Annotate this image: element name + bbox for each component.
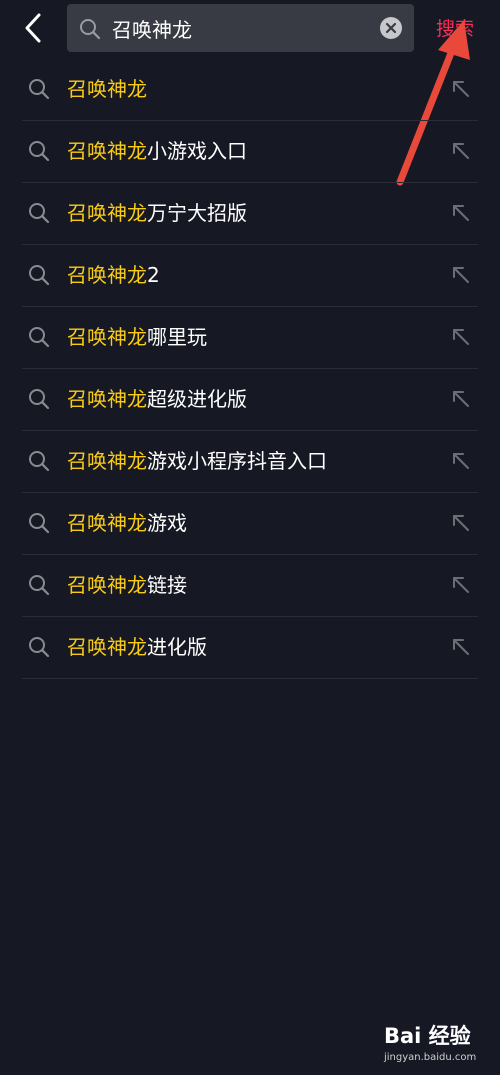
search-icon <box>29 575 50 596</box>
search-icon <box>29 141 50 162</box>
suggestion-rest: 超级进化版 <box>147 387 247 411</box>
back-button[interactable] <box>16 10 50 46</box>
fill-query-arrow-icon[interactable] <box>450 202 472 224</box>
fill-query-arrow-icon[interactable] <box>450 512 472 534</box>
suggestion-text: 召唤神龙万宁大招版 <box>67 183 247 244</box>
fill-query-arrow-icon[interactable] <box>450 450 472 472</box>
clear-icon[interactable] <box>380 17 402 39</box>
fill-query-arrow-icon[interactable] <box>450 140 472 162</box>
search-icon <box>29 327 50 348</box>
suggestion-text: 召唤神龙哪里玩 <box>67 307 207 368</box>
search-submit-button[interactable]: 搜索 <box>436 14 474 44</box>
suggestion-highlight: 召唤神龙 <box>67 201 147 225</box>
suggestion-text: 召唤神龙链接 <box>67 555 187 616</box>
suggestion-rest: 进化版 <box>147 635 207 659</box>
fill-query-arrow-icon[interactable] <box>450 388 472 410</box>
suggestion-item[interactable]: 召唤神龙超级进化版 <box>22 369 478 431</box>
suggestion-rest: 小游戏入口 <box>147 139 247 163</box>
suggestion-highlight: 召唤神龙 <box>67 449 147 473</box>
fill-query-arrow-icon[interactable] <box>450 264 472 286</box>
fill-query-arrow-icon[interactable] <box>450 78 472 100</box>
suggestion-rest: 哪里玩 <box>147 325 207 349</box>
suggestion-highlight: 召唤神龙 <box>67 387 147 411</box>
search-icon <box>29 637 50 658</box>
suggestion-rest: 游戏 <box>147 511 187 535</box>
search-screen: 搜索 召唤神龙召唤神龙小游戏入口召唤神龙万宁大招版召唤神龙2召唤神龙哪里玩召唤神… <box>0 0 500 1075</box>
search-icon <box>80 19 101 40</box>
suggestion-rest: 2 <box>147 263 160 287</box>
suggestion-item[interactable]: 召唤神龙万宁大招版 <box>22 183 478 245</box>
search-icon <box>29 389 50 410</box>
suggestion-rest: 游戏小程序抖音入口 <box>147 449 327 473</box>
suggestion-text: 召唤神龙小游戏入口 <box>67 121 247 182</box>
suggestion-item[interactable]: 召唤神龙游戏 <box>22 493 478 555</box>
suggestion-rest: 链接 <box>147 573 187 597</box>
suggestion-highlight: 召唤神龙 <box>67 139 147 163</box>
suggestion-highlight: 召唤神龙 <box>67 573 147 597</box>
search-input[interactable] <box>112 4 367 52</box>
suggestion-highlight: 召唤神龙 <box>67 511 147 535</box>
suggestion-item[interactable]: 召唤神龙哪里玩 <box>22 307 478 369</box>
watermark-brand: Bai 经验 <box>384 1024 471 1048</box>
suggestion-text: 召唤神龙 <box>67 59 147 120</box>
suggestion-highlight: 召唤神龙 <box>67 77 147 101</box>
suggestion-text: 召唤神龙超级进化版 <box>67 369 247 430</box>
fill-query-arrow-icon[interactable] <box>450 636 472 658</box>
search-icon <box>29 203 50 224</box>
suggestion-highlight: 召唤神龙 <box>67 263 147 287</box>
suggestion-highlight: 召唤神龙 <box>67 325 147 349</box>
suggestion-item[interactable]: 召唤神龙游戏小程序抖音入口 <box>22 431 478 493</box>
suggestion-text: 召唤神龙游戏小程序抖音入口 <box>67 431 327 492</box>
search-header: 搜索 <box>0 0 500 58</box>
search-icon <box>29 451 50 472</box>
fill-query-arrow-icon[interactable] <box>450 574 472 596</box>
search-icon <box>29 513 50 534</box>
suggestion-item[interactable]: 召唤神龙 <box>22 59 478 121</box>
suggestion-highlight: 召唤神龙 <box>67 635 147 659</box>
suggestion-item[interactable]: 召唤神龙链接 <box>22 555 478 617</box>
search-box[interactable] <box>67 4 414 52</box>
suggestion-text: 召唤神龙进化版 <box>67 617 207 678</box>
search-icon <box>29 79 50 100</box>
suggestion-text: 召唤神龙2 <box>67 245 160 306</box>
fill-query-arrow-icon[interactable] <box>450 326 472 348</box>
baidu-jingyan-watermark: Bai 经验 jingyan.baidu.com <box>382 1020 492 1070</box>
watermark-url: jingyan.baidu.com <box>384 1052 477 1063</box>
chevron-left-icon <box>25 13 41 43</box>
suggestion-item[interactable]: 召唤神龙小游戏入口 <box>22 121 478 183</box>
suggestion-item[interactable]: 召唤神龙2 <box>22 245 478 307</box>
suggestion-list: 召唤神龙 召唤神龙小游戏入口 召唤神龙万宁大招版 召唤神龙2 召唤神龙哪里玩 召唤神龙超级… <box>22 59 478 679</box>
suggestion-item[interactable]: 召唤神龙进化版 <box>22 617 478 679</box>
suggestion-rest: 万宁大招版 <box>147 201 247 225</box>
suggestion-text: 召唤神龙游戏 <box>67 493 187 554</box>
search-icon <box>29 265 50 286</box>
